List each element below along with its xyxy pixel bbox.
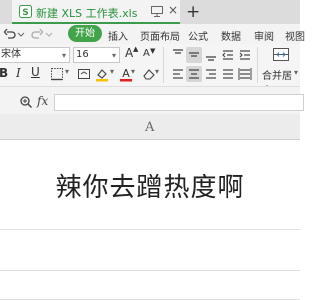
svg-text:A: A bbox=[122, 67, 130, 80]
grow-font-button[interactable]: A bbox=[125, 46, 133, 60]
formula-input[interactable] bbox=[54, 94, 304, 111]
ribbon-divider bbox=[163, 47, 164, 83]
align-center-icon[interactable] bbox=[186, 66, 202, 82]
document-tab[interactable]: S 新建 XLS 工作表.xls × bbox=[12, 0, 180, 24]
font-size-select[interactable]: 16 ▾ bbox=[73, 47, 120, 63]
border-dropdown-icon[interactable]: ▾ bbox=[65, 67, 69, 76]
underline-button[interactable]: U bbox=[31, 65, 40, 79]
screen-pin-icon[interactable] bbox=[150, 4, 164, 18]
tab-insert[interactable]: 插入 bbox=[108, 28, 128, 43]
row-gridline bbox=[0, 229, 300, 230]
clear-format-dropdown-icon[interactable]: ▾ bbox=[155, 67, 159, 76]
shrink-font-button[interactable]: A bbox=[143, 48, 150, 59]
align-top-icon[interactable] bbox=[170, 47, 186, 63]
tab-formulas[interactable]: 公式 bbox=[188, 28, 208, 43]
align-bottom-icon[interactable] bbox=[203, 47, 219, 63]
column-header-a[interactable]: A bbox=[145, 120, 154, 135]
cell-a1[interactable]: 辣你去蹭热度啊 bbox=[0, 140, 300, 229]
font-size-value: 16 bbox=[76, 49, 89, 60]
redo-icon[interactable] bbox=[30, 27, 44, 41]
formula-bar: fx bbox=[0, 86, 304, 114]
ribbon-toolbar: 宋体 ▾ 16 ▾ A ▲ A ▼ B I U ▾ ▾ A ▾ ▾ 合并居 ▾ bbox=[0, 44, 300, 97]
font-name-select[interactable]: 宋体 ▾ bbox=[0, 47, 70, 63]
fx-function-icon[interactable]: fx bbox=[37, 94, 48, 108]
spreadsheet-file-icon: S bbox=[19, 5, 32, 18]
sheet-grid: 辣你去蹭热度啊 bbox=[0, 140, 300, 300]
merge-cells-icon[interactable] bbox=[76, 66, 92, 82]
cell-a1-text: 辣你去蹭热度啊 bbox=[55, 173, 245, 203]
svg-text:S: S bbox=[22, 8, 28, 18]
fill-color-icon[interactable] bbox=[94, 66, 110, 82]
align-left-icon[interactable] bbox=[170, 66, 186, 82]
merge-center-dropdown-icon[interactable]: ▾ bbox=[294, 68, 298, 77]
grow-font-arrow-icon: ▲ bbox=[133, 45, 139, 53]
tab-review[interactable]: 审阅 bbox=[254, 28, 274, 43]
undo-dropdown-icon[interactable] bbox=[17, 27, 25, 41]
align-right-icon[interactable] bbox=[203, 66, 219, 82]
undo-icon[interactable] bbox=[3, 27, 17, 41]
font-color-dropdown-icon[interactable]: ▾ bbox=[131, 67, 135, 76]
tab-view[interactable]: 视图 bbox=[285, 28, 305, 43]
menu-bar: 开始 插入 页面布局 公式 数据 审阅 视图 bbox=[0, 24, 305, 44]
row-gridline bbox=[0, 270, 300, 271]
chevron-down-icon: ▾ bbox=[61, 51, 66, 60]
bold-button[interactable]: B bbox=[0, 66, 8, 80]
shrink-font-arrow-icon: ▼ bbox=[150, 47, 156, 55]
italic-button[interactable]: I bbox=[16, 66, 21, 80]
tab-page-layout[interactable]: 页面布局 bbox=[140, 28, 180, 43]
align-middle-icon[interactable] bbox=[186, 47, 202, 63]
document-title: 新建 XLS 工作表.xls bbox=[36, 7, 138, 20]
chevron-down-icon: ▾ bbox=[111, 51, 116, 60]
fill-color-dropdown-icon[interactable]: ▾ bbox=[110, 67, 114, 76]
redo-dropdown-icon[interactable] bbox=[45, 27, 53, 41]
indent-decrease-icon[interactable] bbox=[220, 47, 236, 63]
new-tab-button[interactable]: + bbox=[186, 0, 200, 24]
merge-center-icon[interactable] bbox=[272, 46, 290, 64]
distributed-align-icon[interactable] bbox=[237, 66, 253, 82]
title-bar: S 新建 XLS 工作表.xls × + bbox=[0, 0, 300, 24]
font-name-value: 宋体 bbox=[1, 49, 21, 60]
tab-start[interactable]: 开始 bbox=[68, 25, 102, 42]
border-icon[interactable] bbox=[49, 66, 65, 82]
justify-icon[interactable] bbox=[220, 66, 236, 82]
ribbon-divider bbox=[257, 47, 258, 83]
close-tab-icon[interactable]: × bbox=[168, 3, 178, 17]
indent-increase-icon[interactable] bbox=[237, 47, 253, 63]
column-header-row: A bbox=[0, 114, 300, 140]
zoom-search-icon[interactable] bbox=[19, 95, 33, 109]
tab-data[interactable]: 数据 bbox=[221, 28, 241, 43]
